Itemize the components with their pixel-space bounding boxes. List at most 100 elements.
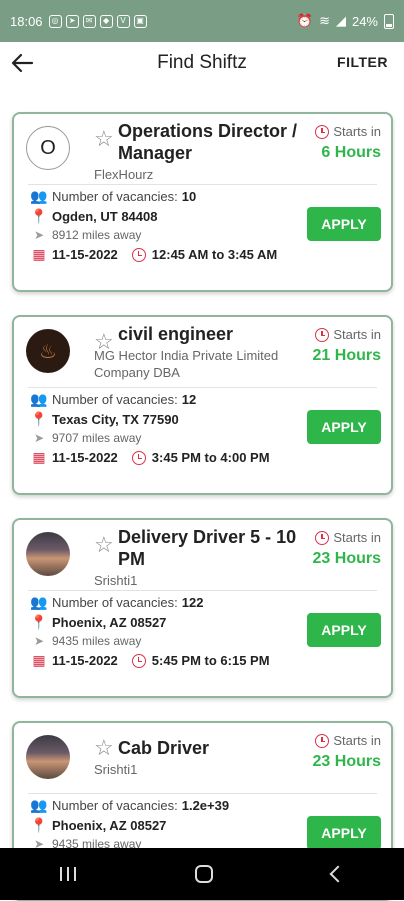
vacancies-label: Number of vacancies: <box>52 595 178 610</box>
company-avatar <box>26 532 70 576</box>
vacancies-label: Number of vacancies: <box>52 189 178 204</box>
favorite-star-icon[interactable]: ☆ <box>94 126 114 152</box>
navigation-arrow-icon: ➤ <box>33 634 45 648</box>
clock-icon <box>131 450 146 465</box>
status-time: 18:06 <box>10 13 43 29</box>
app-icon: ◆ <box>99 14 113 28</box>
home-icon[interactable] <box>194 865 213 883</box>
divider <box>28 793 377 794</box>
clock-icon <box>315 124 330 139</box>
telegram-icon: ➤ <box>65 14 79 28</box>
vacancies-row: 👥 Number of vacancies: 122 <box>30 594 203 611</box>
clock-icon <box>315 733 330 748</box>
apply-button[interactable]: APPLY <box>307 816 381 850</box>
system-back-icon[interactable] <box>329 865 347 883</box>
starts-in: Starts in 21 Hours <box>301 327 381 365</box>
filter-button[interactable]: FILTER <box>337 54 388 70</box>
shift-date: 11-15-2022 <box>52 247 118 262</box>
v-app-icon: V <box>116 14 130 28</box>
shift-date: 11-15-2022 <box>52 450 118 465</box>
distance-row: ➤ 8912 miles away <box>30 228 141 242</box>
shift-date: 11-15-2022 <box>52 653 118 668</box>
starts-value: 23 Hours <box>312 753 381 770</box>
starts-value: 21 Hours <box>312 347 381 364</box>
company-avatar: O <box>26 126 70 170</box>
alarm-icon: ⏰ <box>296 13 314 28</box>
calendar-icon: ▦ <box>32 449 46 465</box>
address-row: 📍 Phoenix, AZ 08527 <box>30 817 166 834</box>
distance: 9435 miles away <box>52 634 142 648</box>
vacancies-row: 👥 Number of vacancies: 10 <box>30 188 196 205</box>
company-name: MG Hector India Private Limited Company … <box>94 348 279 380</box>
company-name: Srishti1 <box>94 573 138 588</box>
navigation-arrow-icon: ➤ <box>33 431 45 445</box>
starts-value: 23 Hours <box>312 550 381 567</box>
clock-icon <box>315 530 330 545</box>
job-title: civil engineer <box>118 324 234 344</box>
starts-label: Starts in <box>333 733 381 748</box>
recent-apps-icon[interactable] <box>59 867 76 881</box>
distance: 9707 miles away <box>52 431 142 445</box>
people-icon: 👥 <box>30 188 48 204</box>
signal-icon: ◢ <box>335 13 346 28</box>
vacancies-row: 👥 Number of vacancies: 12 <box>30 391 196 408</box>
location-pin-icon: 📍 <box>30 614 48 630</box>
battery-icon <box>384 13 394 29</box>
divider <box>28 387 377 388</box>
shift-time: 12:45 AM to 3:45 AM <box>151 247 278 262</box>
datetime-row: ▦ 11-15-2022 5:45 PM to 6:15 PM <box>30 652 270 669</box>
starts-label: Starts in <box>333 124 381 139</box>
shift-card[interactable]: ☆ civil engineer MG Hector India Private… <box>12 315 393 495</box>
starts-label: Starts in <box>333 327 381 342</box>
address: Phoenix, AZ 08527 <box>52 615 167 630</box>
starts-in: Starts in 6 Hours <box>301 124 381 162</box>
gallery-icon: ▣ <box>133 14 147 28</box>
favorite-star-icon[interactable]: ☆ <box>94 532 114 558</box>
company-name: FlexHourz <box>94 167 154 182</box>
location-pin-icon: 📍 <box>30 208 48 224</box>
messenger-icon: ✉ <box>82 14 96 28</box>
address-row: 📍 Ogden, UT 84408 <box>30 208 157 225</box>
address-row: 📍 Texas City, TX 77590 <box>30 411 179 428</box>
location-pin-icon: 📍 <box>30 817 48 833</box>
address: Ogden, UT 84408 <box>52 209 158 224</box>
shift-card[interactable]: ☆ Delivery Driver 5 - 10 PM Srishti1 Sta… <box>12 518 393 698</box>
apply-button[interactable]: APPLY <box>307 410 381 444</box>
starts-label: Starts in <box>333 530 381 545</box>
vacancies-count: 10 <box>181 189 197 204</box>
battery-percent: 24% <box>351 13 378 29</box>
location-pin-icon: 📍 <box>30 411 48 427</box>
company-avatar <box>26 329 70 373</box>
address: Texas City, TX 77590 <box>52 412 179 427</box>
clock-icon <box>315 327 330 342</box>
people-icon: 👥 <box>30 797 48 813</box>
datetime-row: ▦ 11-15-2022 3:45 PM to 4:00 PM <box>30 449 270 466</box>
distance-row: ➤ 9435 miles away <box>30 634 141 648</box>
app-bar: Find Shiftz FILTER <box>0 42 404 86</box>
job-title: Operations Director / Manager <box>118 121 298 163</box>
instagram-icon: ◎ <box>48 14 62 28</box>
job-title: Delivery Driver 5 - 10 PM <box>118 527 297 569</box>
starts-value: 6 Hours <box>321 144 381 161</box>
address-row: 📍 Phoenix, AZ 08527 <box>30 614 166 631</box>
shift-card[interactable]: O ☆ Operations Director / Manager FlexHo… <box>12 112 393 292</box>
vacancies-count: 122 <box>181 595 204 610</box>
shift-time: 3:45 PM to 4:00 PM <box>151 450 270 465</box>
wifi-icon: ≋ <box>319 13 330 28</box>
favorite-star-icon[interactable]: ☆ <box>94 735 114 761</box>
apply-button[interactable]: APPLY <box>307 613 381 647</box>
clock-icon <box>131 247 146 262</box>
company-name: Srishti1 <box>94 762 138 777</box>
clock-icon <box>131 653 146 668</box>
distance: 8912 miles away <box>52 228 142 242</box>
status-bar: 18:06 ◎ ➤ ✉ ◆ V ▣ ⏰ ≋ ◢ 24% <box>0 0 404 42</box>
distance-row: ➤ 9707 miles away <box>30 431 141 445</box>
apply-button[interactable]: APPLY <box>307 207 381 241</box>
vacancies-count: 12 <box>181 392 197 407</box>
divider <box>28 590 377 591</box>
company-avatar <box>26 735 70 779</box>
shift-time: 5:45 PM to 6:15 PM <box>151 653 270 668</box>
vacancies-label: Number of vacancies: <box>52 798 178 813</box>
address: Phoenix, AZ 08527 <box>52 818 167 833</box>
vacancies-label: Number of vacancies: <box>52 392 178 407</box>
